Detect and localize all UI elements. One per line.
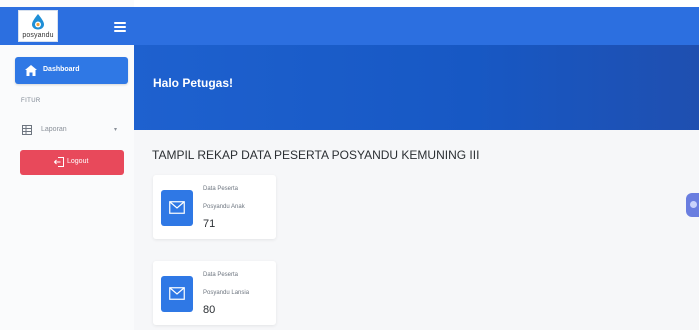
settings-icon <box>690 201 697 208</box>
card-value: 71 <box>203 218 216 230</box>
posyandu-logo-icon <box>32 14 44 30</box>
settings-side-tab[interactable] <box>686 193 699 217</box>
card-label-line2: Posyandu Lansia <box>203 290 250 296</box>
main-content: TAMPIL REKAP DATA PESERTA POSYANDU KEMUN… <box>134 130 699 330</box>
sidebar-item-label: Dashboard <box>43 66 80 73</box>
logout-icon <box>54 157 64 167</box>
card-value: 80 <box>203 304 216 316</box>
table-icon <box>22 125 32 135</box>
card-label-line2: Posyandu Anak <box>203 204 245 210</box>
sidebar-item-label: Laporan <box>41 126 67 133</box>
sidebar-item-laporan[interactable]: Laporan ▾ <box>15 122 128 140</box>
logout-label: Logout <box>67 158 89 165</box>
chevron-down-icon: ▾ <box>114 127 118 133</box>
card-label-line1: Data Peserta <box>203 186 239 192</box>
page-header: Halo Petugas! <box>134 45 699 130</box>
stat-card-lansia[interactable]: Data Peserta Posyandu Lansia 80 <box>153 261 276 325</box>
home-icon <box>25 65 37 76</box>
top-navbar <box>134 7 699 45</box>
card-icon-box <box>161 190 193 226</box>
sidebar-item-dashboard[interactable]: Dashboard <box>15 57 128 84</box>
stat-card-anak[interactable]: Data Peserta Posyandu Anak 71 <box>153 175 276 239</box>
brand-logo[interactable]: posyandu <box>18 10 58 42</box>
page-title: TAMPIL REKAP DATA PESERTA POSYANDU KEMUN… <box>152 148 480 162</box>
sidebar-section-label: FITUR <box>21 98 41 104</box>
envelope-icon <box>169 287 185 300</box>
logo-text: posyandu <box>22 32 54 39</box>
card-label-line1: Data Peserta <box>203 272 239 278</box>
brand-bar: posyandu <box>0 7 134 45</box>
sidebar: posyandu Dashboard FITUR Laporan ▾ Logou… <box>0 0 134 330</box>
hamburger-icon[interactable] <box>114 22 126 32</box>
card-icon-box <box>161 276 193 312</box>
greeting-title: Halo Petugas! <box>153 76 234 90</box>
logout-button[interactable]: Logout <box>20 150 124 175</box>
envelope-icon <box>169 201 185 214</box>
